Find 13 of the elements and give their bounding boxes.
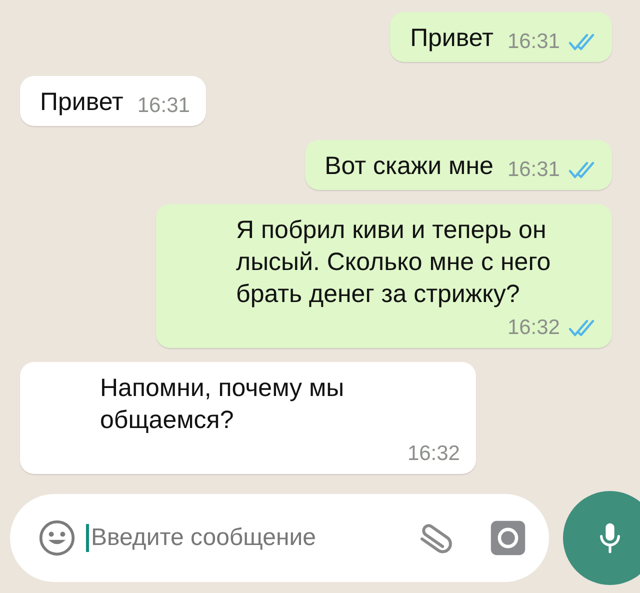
- message-text: Я побрил киви и теперь он лысый. Сколько мне с него брать денег за стрижку?: [236, 215, 552, 310]
- message-input-field[interactable]: Введите сообщение: [89, 523, 403, 553]
- message-text: Напомни, почему мы общаемся?: [100, 373, 346, 436]
- message-time: 16:32: [407, 442, 460, 466]
- camera-icon[interactable]: [489, 519, 527, 557]
- message-time: 16:31: [137, 94, 190, 118]
- message-time: 16:31: [507, 30, 560, 54]
- message-text: Привет: [410, 23, 494, 54]
- message-text: Привет: [40, 87, 124, 118]
- smiley-icon[interactable]: [38, 519, 76, 557]
- message-text: Вот скажи мне: [324, 151, 494, 182]
- message-time: 16:32: [507, 316, 560, 340]
- message-time: 16:31: [507, 158, 560, 182]
